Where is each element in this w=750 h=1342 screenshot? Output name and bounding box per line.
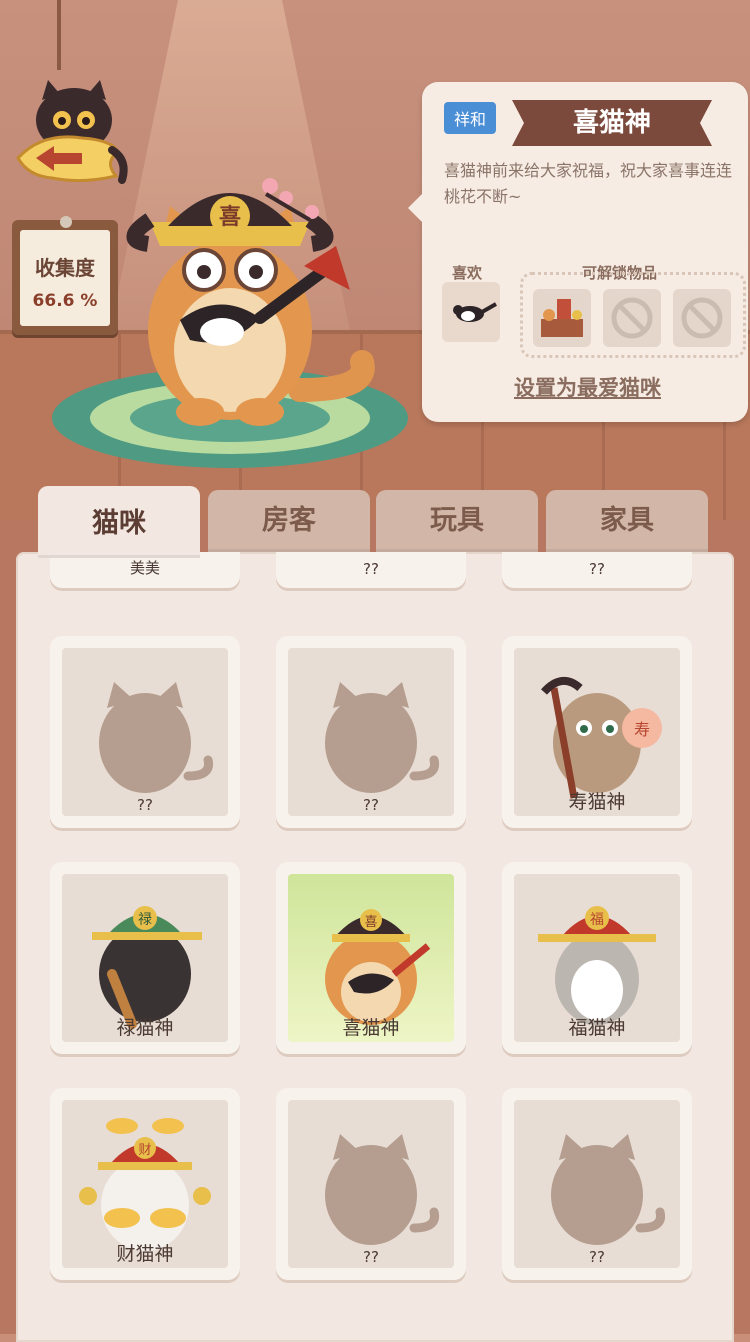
card-portrait xyxy=(62,648,228,816)
card-name: 禄猫神 xyxy=(116,1017,174,1039)
cat-card[interactable]: ?? xyxy=(50,636,240,828)
svg-text:禄: 禄 xyxy=(138,912,152,928)
unknown-cat-silhouette-icon xyxy=(551,1134,666,1245)
svg-text:福: 福 xyxy=(590,912,604,928)
tab-toys[interactable]: 玩具 xyxy=(376,490,538,552)
like-label: 喜欢 xyxy=(452,264,483,282)
hanging-rope xyxy=(57,0,61,70)
collection-book: 美美 ?? ?? ???? 寿寿猫神禄禄猫神喜喜猫神福福猫神财财猫神???? xyxy=(0,520,750,1342)
tab-cats[interactable]: 猫咪 xyxy=(38,486,200,558)
set-favorite-button[interactable]: 设置为最爱猫咪 xyxy=(514,372,661,402)
locked-icon xyxy=(611,297,653,339)
card-portrait xyxy=(288,1100,454,1268)
card-name: 美美 xyxy=(129,559,160,577)
card-name: ?? xyxy=(589,1248,605,1266)
card-partial[interactable]: ?? xyxy=(276,552,466,588)
unlock-item-slot[interactable] xyxy=(673,289,731,347)
card-name: 寿猫神 xyxy=(568,791,626,813)
card-name: 福猫神 xyxy=(568,1017,626,1039)
tab-guests[interactable]: 房客 xyxy=(208,490,370,552)
card-partial[interactable]: ?? xyxy=(502,552,692,588)
unlock-item-slot[interactable] xyxy=(603,289,661,347)
cat-card[interactable]: 财财猫神 xyxy=(50,1088,240,1280)
cat-trait-tag: 祥和 xyxy=(444,102,497,134)
card-name: ?? xyxy=(363,560,379,578)
cat-detail-panel: 祥和 喜猫神 喜猫神前来给大家祝福，祝大家喜事连连桃花不断~ 喜欢 可解锁物品 xyxy=(408,82,748,422)
card-name: ?? xyxy=(363,1248,379,1266)
liked-item-slot[interactable] xyxy=(442,282,500,342)
unknown-cat-silhouette-icon xyxy=(99,682,214,793)
card-name: ?? xyxy=(589,560,605,578)
unknown-cat-silhouette-icon xyxy=(325,682,440,793)
card-portrait xyxy=(288,648,454,816)
svg-text:喜: 喜 xyxy=(219,204,241,230)
cat-card[interactable]: ?? xyxy=(502,1088,692,1280)
card-portrait xyxy=(514,1100,680,1268)
svg-text:寿: 寿 xyxy=(634,720,650,739)
unlockable-items xyxy=(520,272,746,358)
locked-icon xyxy=(681,297,723,339)
card-name: ?? xyxy=(137,796,153,814)
cat-card[interactable]: ?? xyxy=(276,1088,466,1280)
cat-name-ribbon: 喜猫神 xyxy=(512,100,712,146)
furniture-set-icon xyxy=(541,299,583,337)
card-name: ?? xyxy=(363,796,379,814)
unknown-cat-silhouette-icon xyxy=(325,1134,440,1245)
unlock-item-slot[interactable] xyxy=(533,289,591,347)
card-name: 喜猫神 xyxy=(342,1017,400,1039)
cat-card[interactable]: ?? xyxy=(276,636,466,828)
magpie-icon xyxy=(453,302,497,322)
cat-card[interactable]: 福福猫神 xyxy=(502,862,692,1054)
xi-cat-god-figure: 喜 xyxy=(52,178,408,468)
category-tabs: 猫咪 房客 玩具 家具 xyxy=(36,486,726,558)
cat-description: 喜猫神前来给大家祝福，祝大家喜事连连桃花不断~ xyxy=(444,161,733,206)
card-name: 财猫神 xyxy=(116,1243,174,1265)
cat-card[interactable]: 寿寿猫神 xyxy=(502,636,692,828)
svg-text:财: 财 xyxy=(138,1143,151,1158)
svg-text:喜: 喜 xyxy=(364,915,377,930)
book-page: 美美 ?? ?? ???? 寿寿猫神禄禄猫神喜喜猫神福福猫神财财猫神???? xyxy=(16,552,734,1342)
cat-card[interactable]: 禄禄猫神 xyxy=(50,862,240,1054)
tab-furniture[interactable]: 家具 xyxy=(546,490,708,552)
cat-card[interactable]: 喜喜猫神 xyxy=(276,862,466,1054)
